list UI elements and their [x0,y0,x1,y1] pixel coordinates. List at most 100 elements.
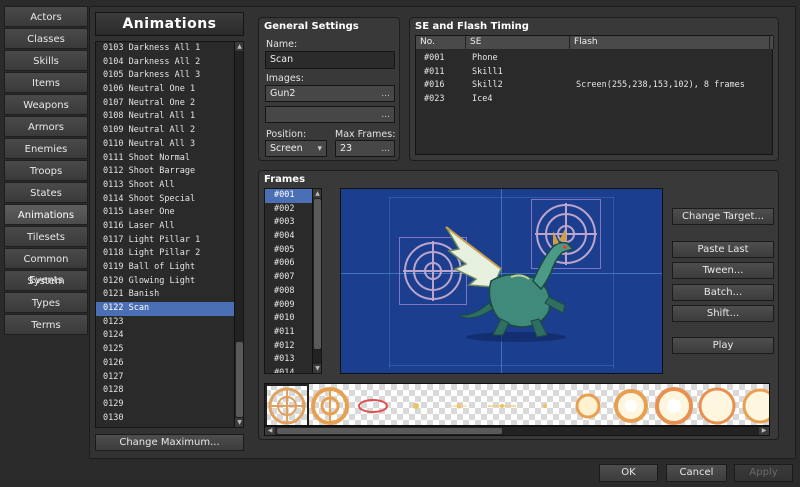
animation-cell[interactable] [310,386,350,425]
list-item[interactable]: 0120 Glowing Light [96,275,234,289]
frame-item[interactable]: #005 [265,244,312,258]
nav-item-animations[interactable]: Animations [4,204,88,225]
se-flash-table[interactable]: No. SE Flash #001 Phone #011 Skill1 #016 Skil… [415,35,774,155]
max-frames-input[interactable]: 23 ... [335,140,395,157]
list-item[interactable]: 0114 Shoot Special [96,193,234,207]
animation-cell[interactable] [568,386,608,425]
paste-last-button[interactable]: Paste Last [672,241,774,258]
nav-item-classes[interactable]: Classes [4,28,88,49]
list-item[interactable]: 0109 Neutral All 2 [96,124,234,138]
list-item[interactable]: 0125 [96,343,234,357]
list-item[interactable]: 0115 Laser One [96,206,234,220]
animation-cell[interactable] [482,386,522,425]
change-maximum-button[interactable]: Change Maximum... [95,434,244,451]
animation-cell[interactable] [654,386,694,425]
animation-cell[interactable] [611,386,651,425]
frame-item[interactable]: #008 [265,285,312,299]
tween-button[interactable]: Tween... [672,262,774,279]
list-item[interactable]: 0107 Neutral One 2 [96,97,234,111]
list-item[interactable]: 0108 Neutral All 1 [96,110,234,124]
scroll-up-icon[interactable]: ▲ [235,42,243,51]
list-item[interactable]: 0129 [96,398,234,412]
frame-item[interactable]: #001 [265,189,312,203]
cancel-button[interactable]: Cancel [666,464,727,482]
nav-item-common-events[interactable]: Common Events [4,248,88,286]
list-item[interactable]: 0124 [96,329,234,343]
animation-cell[interactable] [265,384,309,425]
nav-item-skills[interactable]: Skills [4,50,88,71]
frame-item[interactable]: #007 [265,271,312,285]
animation-list-scrollbar[interactable]: ▲ ▼ [234,42,243,427]
position-select[interactable]: Screen ▾ [265,140,327,157]
ok-button[interactable]: OK [599,464,658,482]
list-item[interactable]: 0103 Darkness All 1 [96,42,234,56]
frame-item[interactable]: #013 [265,353,312,367]
list-item[interactable]: 0130 [96,412,234,426]
list-item[interactable]: 0113 Shoot All [96,179,234,193]
list-item[interactable]: 0106 Neutral One 1 [96,83,234,97]
nav-item-system[interactable]: System [4,270,88,291]
scroll-up-icon[interactable]: ▲ [313,189,321,198]
frame-item[interactable]: #011 [265,326,312,340]
animation-cell[interactable] [525,386,565,425]
table-row[interactable]: #011 Skill1 [416,66,772,80]
nav-item-actors[interactable]: Actors [4,6,88,27]
shift-button[interactable]: Shift... [672,305,774,322]
scroll-down-icon[interactable]: ▼ [313,364,321,373]
list-item[interactable]: 0122 Scan [96,302,234,316]
nav-item-armors[interactable]: Armors [4,116,88,137]
table-row[interactable]: #016 Skill2 Screen(255,238,153,102), 8 fra… [416,79,772,93]
animation-cell[interactable] [697,386,737,425]
list-item[interactable]: 0126 [96,357,234,371]
change-target-button[interactable]: Change Target... [672,208,774,225]
nav-item-weapons[interactable]: Weapons [4,94,88,115]
scroll-thumb[interactable] [277,428,502,434]
frame-item[interactable]: #009 [265,299,312,313]
scroll-thumb[interactable] [236,342,243,417]
animation-cell[interactable] [439,386,479,425]
column-header-se[interactable]: SE [466,36,570,49]
nav-item-states[interactable]: States [4,182,88,203]
frame-item[interactable]: #012 [265,340,312,354]
list-item[interactable]: 0110 Neutral All 3 [96,138,234,152]
play-button[interactable]: Play [672,337,774,354]
list-item[interactable]: 0104 Darkness All 2 [96,56,234,70]
column-header-no[interactable]: No. [416,36,466,49]
list-item[interactable]: 0119 Ball of Light [96,261,234,275]
scroll-right-icon[interactable]: ▶ [759,427,769,435]
image2-selector[interactable]: ... [265,106,395,123]
frame-list[interactable]: #001 #002 #003 #004 #005 #006 #007 #008 #009 #010… [264,188,322,374]
frame-item[interactable]: #014 [265,367,312,373]
nav-item-enemies[interactable]: Enemies [4,138,88,159]
image1-selector[interactable]: Gun2 ... [265,85,395,102]
list-item[interactable]: 0118 Light Pillar 2 [96,247,234,261]
list-item[interactable]: 0123 [96,316,234,330]
list-item[interactable]: 0127 [96,371,234,385]
animation-list[interactable]: 0103 Darkness All 1 0104 Darkness All 2 01… [95,41,244,428]
cell-palette[interactable] [264,383,770,426]
frame-list-scrollbar[interactable]: ▲ ▼ [312,189,321,373]
animation-cell[interactable] [740,386,769,425]
table-row[interactable]: #023 Ice4 [416,93,772,107]
frame-item[interactable]: #010 [265,312,312,326]
table-row[interactable]: #001 Phone [416,52,772,66]
list-item[interactable]: 0117 Light Pillar 1 [96,234,234,248]
scroll-left-icon[interactable]: ◀ [265,427,275,435]
frame-item[interactable]: #003 [265,216,312,230]
list-item[interactable]: 0112 Shoot Barrage [96,165,234,179]
nav-item-troops[interactable]: Troops [4,160,88,181]
cell-palette-scrollbar[interactable]: ◀ ▶ [264,426,770,436]
batch-button[interactable]: Batch... [672,284,774,301]
animation-cell[interactable] [396,386,436,425]
name-input[interactable]: Scan [265,51,395,69]
list-item[interactable]: 0111 Shoot Normal [96,152,234,166]
list-item[interactable]: 0116 Laser All [96,220,234,234]
animation-cell[interactable] [353,386,393,425]
list-item[interactable]: 0128 [96,384,234,398]
column-header-flash[interactable]: Flash [570,36,770,49]
apply-button[interactable]: Apply [734,464,793,482]
nav-item-types[interactable]: Types [4,292,88,313]
nav-item-tilesets[interactable]: Tilesets [4,226,88,247]
scroll-down-icon[interactable]: ▼ [235,418,243,427]
list-item[interactable]: 0105 Darkness All 3 [96,69,234,83]
